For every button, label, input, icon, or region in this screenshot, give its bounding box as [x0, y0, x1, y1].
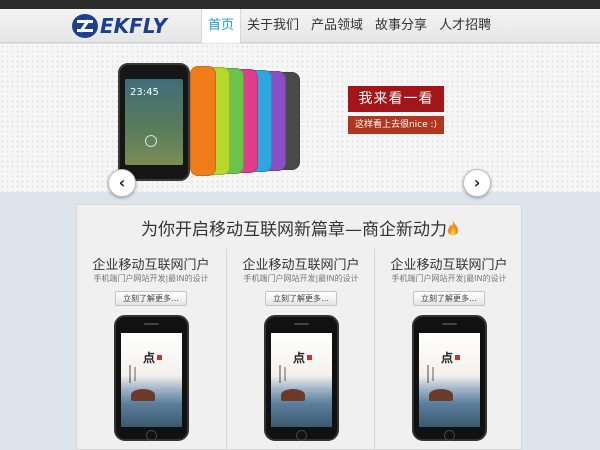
chevron-left-icon: ‹ — [118, 173, 126, 192]
slider-next-button[interactable]: › — [463, 169, 491, 197]
top-bar — [0, 0, 600, 9]
feature-subtitle: 手机端门户网站开发|最IN的设计 — [93, 274, 209, 283]
home-button-icon — [296, 430, 307, 441]
cta-button[interactable]: 我来看一看 — [348, 86, 444, 112]
feature-column: 企业移动互联网门户 手机端门户网站开发|最IN的设计 立刻了解更多… 点 — [374, 249, 522, 449]
feature-column: 企业移动互联网门户 手机端门户网站开发|最IN的设计 立刻了解更多… 点 — [226, 249, 374, 449]
nav-item-careers[interactable]: 人才招聘 — [433, 9, 497, 43]
cta-subtitle: 这样看上去很nice :) — [348, 116, 444, 134]
phone-image: 点 — [264, 315, 339, 441]
nav-item-home[interactable]: 首页 — [201, 9, 242, 43]
main-nav: 首页 关于我们 产品领域 故事分享 人才招聘 — [201, 9, 497, 43]
phone-time: 23:45 — [130, 87, 159, 98]
chevron-right-icon: › — [473, 173, 481, 192]
phone-image: 点 — [114, 315, 189, 441]
nav-item-about[interactable]: 关于我们 — [241, 9, 305, 43]
section-title: 为你开启移动互联网新篇章—商企新动力 — [77, 215, 523, 240]
home-button-icon — [146, 430, 157, 441]
flame-icon — [447, 221, 459, 236]
section-title-text: 为你开启移动互联网新篇章—商企新动力 — [141, 220, 447, 240]
logo-text: EKFLY — [100, 14, 167, 38]
learn-more-button[interactable]: 立刻了解更多… — [413, 291, 485, 306]
unlock-icon — [145, 135, 157, 147]
nav-item-stories[interactable]: 故事分享 — [369, 9, 433, 43]
logo-icon — [72, 14, 98, 38]
feature-title: 企业移动互联网门户 — [390, 258, 508, 273]
phone-image: 点 — [412, 315, 487, 441]
banner-phone-image: 23:45 — [118, 63, 190, 181]
home-button-icon — [444, 430, 455, 441]
logo[interactable]: EKFLY — [72, 14, 167, 38]
feature-title: 企业移动互联网门户 — [242, 258, 360, 273]
feature-subtitle: 手机端门户网站开发|最IN的设计 — [243, 274, 359, 283]
feature-title: 企业移动互联网门户 — [92, 258, 210, 273]
feature-subtitle: 手机端门户网站开发|最IN的设计 — [391, 274, 507, 283]
phone-color-variants — [190, 66, 310, 178]
phone-back-1 — [190, 66, 216, 176]
feature-column: 企业移动互联网门户 手机端门户网站开发|最IN的设计 立刻了解更多… 点 — [77, 249, 225, 449]
learn-more-button[interactable]: 立刻了解更多… — [265, 291, 337, 306]
slider-prev-button[interactable]: ‹ — [108, 169, 136, 197]
nav-item-products[interactable]: 产品领域 — [305, 9, 369, 43]
features-panel: 为你开启移动互联网新篇章—商企新动力 企业移动互联网门户 手机端门户网站开发|最… — [76, 204, 522, 450]
learn-more-button[interactable]: 立刻了解更多… — [115, 291, 187, 306]
